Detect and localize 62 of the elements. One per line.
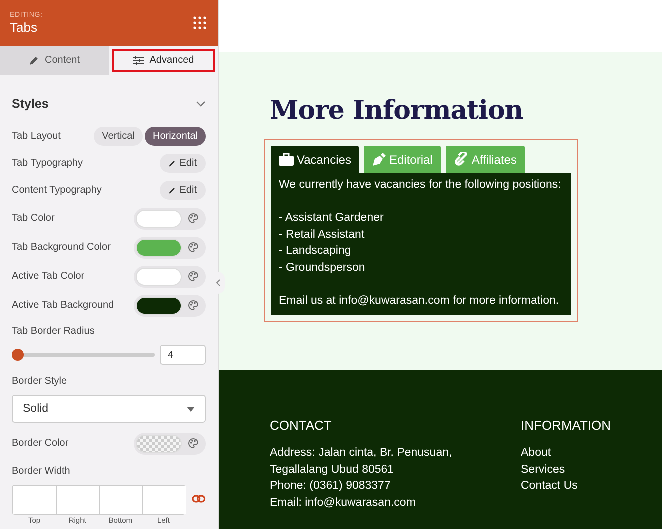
setting-label: Tab Layout bbox=[12, 131, 61, 142]
pencil-icon bbox=[28, 56, 39, 66]
color-picker[interactable] bbox=[134, 432, 206, 454]
setting-label: Active Tab Background bbox=[12, 300, 114, 311]
setting-label: Active Tab Color bbox=[12, 271, 85, 282]
sliders-icon bbox=[132, 56, 144, 66]
setting-label: Tab Border Radius bbox=[12, 326, 95, 336]
palette-icon bbox=[188, 242, 199, 253]
border-style-select[interactable]: Solid bbox=[12, 395, 206, 423]
panel-tab[interactable]: Content bbox=[0, 46, 109, 75]
panel-tab[interactable]: Advanced bbox=[109, 46, 218, 75]
palette-icon bbox=[188, 438, 199, 449]
edit-button[interactable]: Edit bbox=[160, 181, 206, 200]
panel-title: Tabs bbox=[10, 20, 38, 34]
slider-thumb[interactable] bbox=[12, 349, 24, 361]
pen-nib-icon bbox=[372, 152, 386, 166]
pencil-icon bbox=[168, 187, 176, 194]
setting-label: Tab Background Color bbox=[12, 242, 111, 253]
footer-text: Tegallalang Ubud 80561 bbox=[270, 462, 396, 478]
footer-text: Address: Jalan cinta, Br. Penusuan, bbox=[270, 446, 454, 461]
layout-option[interactable]: Vertical bbox=[94, 127, 143, 146]
dropdown-caret-icon bbox=[187, 406, 195, 412]
footer-text: Phone: (0361) 9083377 bbox=[270, 479, 392, 494]
color-picker[interactable] bbox=[134, 236, 206, 258]
setting-label: Border Width bbox=[12, 466, 70, 477]
setting-label: Border Style bbox=[12, 376, 68, 387]
briefcase-icon bbox=[279, 153, 294, 166]
footer-link[interactable]: Contact Us bbox=[521, 478, 612, 494]
section-heading: More Information bbox=[270, 96, 524, 126]
link-icon[interactable] bbox=[192, 495, 206, 503]
color-picker[interactable] bbox=[134, 208, 206, 230]
content-text: Email us at info@kuwarasan.com for more information. bbox=[279, 294, 560, 308]
content-text: - Groundsperson bbox=[279, 260, 366, 276]
content-text: - Assistant Gardener bbox=[279, 211, 385, 226]
palette-icon bbox=[188, 213, 199, 224]
setting-label: Tab Color bbox=[12, 213, 55, 224]
palette-icon bbox=[188, 271, 199, 282]
setting-label: Border Color bbox=[12, 438, 69, 449]
section-title: Styles bbox=[12, 97, 49, 111]
slider-track[interactable] bbox=[12, 349, 155, 361]
color-picker[interactable] bbox=[134, 294, 206, 316]
widget-tab[interactable]: Vacancies bbox=[271, 146, 360, 173]
link-icon bbox=[454, 152, 469, 167]
footer-heading: CONTACT bbox=[270, 418, 333, 433]
pencil-icon bbox=[168, 160, 176, 167]
color-picker[interactable] bbox=[134, 266, 206, 288]
footer-text: Email: info@kuwarasan.com bbox=[270, 496, 417, 510]
transparent-swatch bbox=[136, 434, 182, 452]
chevron-icon[interactable] bbox=[196, 101, 206, 107]
layout-option[interactable]: Horizontal bbox=[144, 127, 206, 146]
content-text: We currently have vacancies for the following positions: bbox=[279, 178, 562, 193]
edit-button[interactable]: Edit bbox=[160, 154, 206, 173]
footer-link[interactable]: About bbox=[521, 445, 612, 462]
content-text: - Landscaping bbox=[279, 244, 352, 259]
setting-label: Content Typography bbox=[12, 185, 102, 196]
palette-icon bbox=[188, 300, 199, 311]
footer-heading: INFORMATION bbox=[521, 418, 612, 433]
setting-label: Tab Typography bbox=[12, 158, 83, 169]
grid-menu-icon[interactable] bbox=[193, 16, 207, 30]
number-field[interactable]: 4 bbox=[160, 345, 206, 365]
footer-link[interactable]: Services bbox=[521, 462, 612, 478]
content-text: - Retail Assistant bbox=[279, 228, 366, 242]
